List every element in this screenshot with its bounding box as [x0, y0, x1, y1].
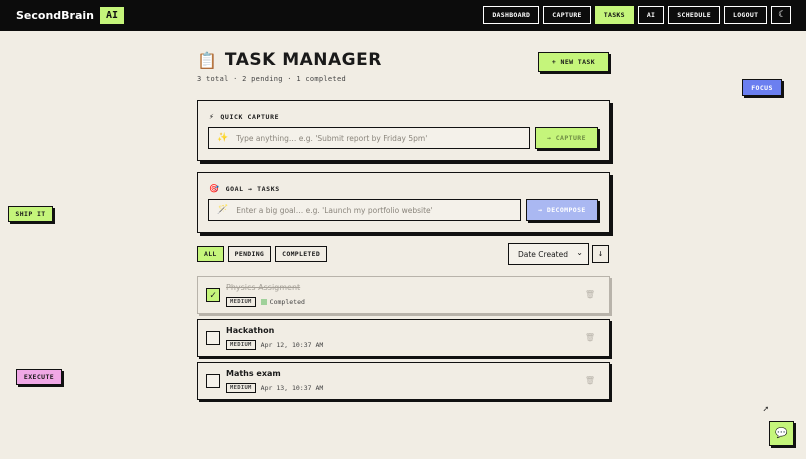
moon-icon[interactable]: ☾	[771, 6, 791, 24]
quick-capture-placeholder: Type anything… e.g. 'Submit report by Fr…	[236, 133, 428, 143]
trash-icon[interactable]: 🗑	[585, 290, 595, 299]
goal-input[interactable]: 🪄 Enter a big goal… e.g. 'Launch my port…	[208, 199, 521, 221]
nav-links: DASHBOARD CAPTURE TASKS AI SCHEDULE LOGO…	[483, 6, 791, 24]
sort-select[interactable]: Date Created ⌄	[508, 243, 589, 265]
goal-title: GOAL → TASKS	[225, 184, 280, 193]
focus-sticker: FOCUS	[742, 79, 782, 96]
task-status: Completed	[269, 298, 305, 306]
page-title: TASK MANAGER	[224, 50, 382, 70]
goal-card: 🎯 GOAL → TASKS 🪄 Enter a big goal… e.g. …	[197, 172, 610, 233]
nav-dashboard[interactable]: DASHBOARD	[483, 6, 540, 24]
brand[interactable]: SecondBrain AI	[16, 7, 125, 24]
task-checkbox[interactable]	[206, 374, 220, 388]
ship-it-sticker: SHIP IT	[8, 206, 53, 222]
quick-capture-card: ⚡ QUICK CAPTURE ✨ Type anything… e.g. 'S…	[197, 100, 610, 161]
mouse-cursor-icon: ➚	[763, 405, 769, 415]
task-row: Maths exam MEDIUM Apr 13, 10:37 AM 🗑	[197, 362, 610, 400]
target-icon: 🎯	[209, 184, 220, 193]
nav-logout[interactable]: LOGOUT	[724, 6, 768, 24]
task-summary: 3 total · 2 pending · 1 completed	[197, 75, 346, 83]
task-date: Apr 12, 10:37 AM	[260, 341, 324, 349]
nav-ai[interactable]: AI	[637, 6, 665, 24]
sparkle-icon: ⚡	[209, 112, 215, 121]
sparkles-icon: ✨	[217, 133, 229, 143]
priority-badge: MEDIUM	[226, 383, 256, 393]
nav-schedule[interactable]: SCHEDULE	[668, 6, 720, 24]
goal-placeholder: Enter a big goal… e.g. 'Launch my portfo…	[236, 205, 433, 215]
filter-all[interactable]: ALL	[197, 246, 224, 262]
decompose-button[interactable]: → DECOMPOSE	[526, 199, 598, 221]
capture-button[interactable]: → CAPTURE	[535, 127, 598, 149]
execute-sticker: EXECUTE	[16, 369, 62, 385]
new-task-button[interactable]: + NEW TASK	[538, 52, 609, 72]
task-filters: ALL PENDING COMPLETED	[197, 246, 328, 262]
task-title[interactable]: Physics Assigment	[226, 283, 300, 292]
quick-capture-title: QUICK CAPTURE	[220, 112, 280, 121]
trash-icon[interactable]: 🗑	[585, 376, 595, 385]
quick-capture-input[interactable]: ✨ Type anything… e.g. 'Submit report by …	[208, 127, 530, 149]
task-checkbox[interactable]	[206, 331, 220, 345]
task-title[interactable]: Hackathon	[226, 326, 274, 335]
nav-capture[interactable]: CAPTURE	[543, 6, 591, 24]
task-checkbox[interactable]: ✓	[206, 288, 220, 302]
task-date: Apr 13, 10:37 AM	[260, 384, 324, 392]
nav-tasks[interactable]: TASKS	[594, 6, 634, 24]
sort-direction-button[interactable]: ↓	[592, 245, 609, 263]
sort-value: Date Created	[518, 249, 568, 259]
task-row: ✓ Physics Assigment MEDIUM Completed 🗑	[197, 276, 610, 314]
clipboard-icon: 📋	[197, 50, 217, 70]
filter-completed[interactable]: COMPLETED	[275, 246, 328, 262]
brand-badge: AI	[100, 7, 125, 24]
chevron-down-icon: ⌄	[576, 248, 583, 257]
magic-wand-icon: 🪄	[217, 205, 229, 215]
filter-pending[interactable]: PENDING	[227, 246, 272, 262]
priority-badge: MEDIUM	[226, 297, 256, 307]
completed-icon	[260, 299, 267, 305]
chat-icon[interactable]: 💬	[769, 421, 794, 446]
task-title[interactable]: Maths exam	[226, 369, 281, 378]
priority-badge: MEDIUM	[226, 340, 256, 350]
brand-name: SecondBrain	[16, 9, 94, 22]
trash-icon[interactable]: 🗑	[585, 333, 595, 342]
top-nav: SecondBrain AI DASHBOARD CAPTURE TASKS A…	[0, 0, 806, 31]
task-row: Hackathon MEDIUM Apr 12, 10:37 AM 🗑	[197, 319, 610, 357]
